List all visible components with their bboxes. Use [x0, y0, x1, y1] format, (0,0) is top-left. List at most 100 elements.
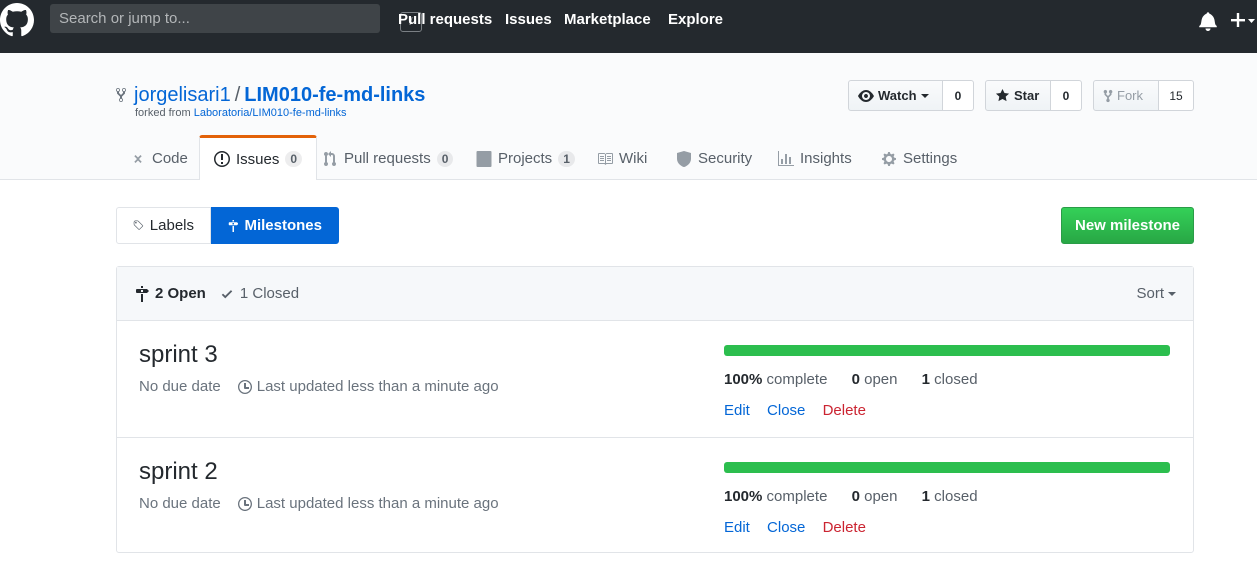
tab-security-label: Security [698, 150, 753, 167]
tab-insights[interactable]: Insights [764, 137, 866, 180]
tab-projects-counter: 1 [558, 150, 575, 167]
watch-group: Watch 0 [848, 80, 974, 111]
milestone-closed-count: 1 [921, 371, 930, 388]
milestone-delete-link[interactable]: Delete [823, 402, 866, 419]
gear-icon [882, 151, 896, 166]
tab-issues[interactable]: Issues 0 [199, 135, 318, 180]
labels-button[interactable]: Labels [116, 207, 211, 244]
tab-security[interactable]: Security [662, 137, 766, 180]
global-header: / Pull requests Issues Marketplace Explo… [0, 0, 1257, 53]
milestone-updated: Last updated less than a minute ago [237, 378, 499, 395]
fork-button[interactable]: Fork [1093, 80, 1159, 111]
open-milestones-filter[interactable]: 2 Open [135, 285, 206, 302]
tab-code-label: Code [152, 150, 188, 167]
milestone-complete-stat: 100% complete [724, 488, 827, 505]
milestones-label: Milestones [244, 217, 322, 234]
milestone-edit-link[interactable]: Edit [724, 402, 750, 419]
tab-projects[interactable]: Projects 1 [462, 137, 589, 180]
forked-from-link[interactable]: Laboratoria/LIM010-fe-md-links [194, 107, 347, 119]
nav-marketplace[interactable]: Marketplace [564, 11, 651, 28]
milestone-progress-bar [724, 462, 1170, 473]
search-box: / [50, 4, 422, 33]
milestone-complete-label: complete [766, 488, 828, 505]
nav-explore[interactable]: Explore [668, 11, 723, 28]
milestone-progress-fill [724, 462, 1170, 473]
star-count[interactable]: 0 [1051, 80, 1082, 111]
star-icon [995, 88, 1010, 102]
milestone-open-stat[interactable]: 0 open [852, 488, 898, 505]
fork-label: Fork [1117, 88, 1143, 103]
open-milestones-label: 2 Open [155, 285, 206, 302]
tab-insights-label: Insights [800, 150, 852, 167]
watch-count[interactable]: 0 [943, 80, 974, 111]
clock-icon [237, 379, 252, 394]
new-milestone-button[interactable]: New milestone [1061, 207, 1194, 244]
star-button[interactable]: Star [985, 80, 1051, 111]
milestone-state-filters: 2 Open 1 Closed [135, 285, 299, 302]
tab-wiki-label: Wiki [619, 150, 648, 167]
milestone-edit-link[interactable]: Edit [724, 519, 750, 536]
closed-milestones-filter[interactable]: 1 Closed [220, 285, 299, 302]
bell-icon[interactable] [1199, 11, 1217, 31]
milestone-open-stat[interactable]: 0 open [852, 371, 898, 388]
shield-icon [677, 150, 691, 167]
milestone-open-count: 0 [851, 488, 860, 505]
milestone-stats: 100% complete 0 open 1 closed [724, 488, 998, 505]
milestone-meta: No due date Last updated less than a min… [139, 378, 499, 395]
milestone-percent: 100% [724, 488, 763, 505]
nav-issues[interactable]: Issues [505, 11, 552, 28]
milestone-closed-stat[interactable]: 1 closed [922, 488, 978, 505]
eye-icon [858, 89, 874, 102]
tag-icon [133, 220, 144, 230]
watch-button[interactable]: Watch [848, 80, 943, 111]
milestone-item: sprint 3 No due date Last updated less t… [117, 321, 1193, 437]
sort-dropdown[interactable]: Sort [1136, 285, 1176, 302]
milestone-title[interactable]: sprint 2 [139, 458, 218, 486]
milestone-stats: 100% complete 0 open 1 closed [724, 371, 998, 388]
repo-forked-icon [116, 87, 126, 103]
git-pull-request-icon [324, 150, 336, 166]
nav-pull-requests[interactable]: Pull requests [398, 11, 492, 28]
milestone-actions: Edit Close Delete [724, 519, 879, 536]
milestone-closed-count: 1 [921, 488, 930, 505]
plus-dropdown-icon[interactable] [1230, 10, 1257, 30]
milestone-open-count: 0 [851, 371, 860, 388]
caret-down-icon [920, 93, 929, 98]
milestone-closed-stat[interactable]: 1 closed [922, 371, 978, 388]
tab-pull-requests[interactable]: Pull requests 0 [308, 137, 467, 180]
clock-icon [237, 496, 252, 511]
repo-owner-link[interactable]: jorgelisari1 [134, 84, 231, 106]
milestone-due-date: No due date [139, 495, 221, 512]
sort-label: Sort [1136, 285, 1164, 302]
star-group: Star 0 [985, 80, 1082, 111]
milestone-meta: No due date Last updated less than a min… [139, 495, 499, 512]
milestone-close-link[interactable]: Close [767, 519, 805, 536]
repo-forked-icon [1103, 89, 1113, 102]
search-input[interactable] [50, 4, 380, 33]
fork-count[interactable]: 15 [1159, 80, 1194, 111]
tab-wiki[interactable]: Wiki [583, 137, 661, 180]
milestones-button[interactable]: Milestones [211, 207, 339, 244]
github-logo-icon[interactable] [0, 3, 34, 37]
repo-title: jorgelisari1/LIM010-fe-md-links [134, 84, 425, 107]
tab-settings[interactable]: Settings [867, 137, 971, 180]
milestone-close-link[interactable]: Close [767, 402, 805, 419]
milestone-title[interactable]: sprint 3 [139, 341, 218, 369]
check-icon [221, 289, 233, 298]
issue-opened-icon [214, 151, 230, 167]
milestones-list-header: 2 Open 1 Closed Sort [117, 267, 1193, 321]
milestone-actions: Edit Close Delete [724, 402, 879, 419]
repo-header: jorgelisari1/LIM010-fe-md-links forked f… [0, 53, 1257, 180]
milestone-updated: Last updated less than a minute ago [237, 495, 499, 512]
milestone-due-date: No due date [139, 378, 221, 395]
graph-icon [778, 150, 794, 166]
fork-group: Fork 15 [1093, 80, 1194, 111]
milestone-open-label: open [864, 371, 898, 388]
milestone-delete-link[interactable]: Delete [823, 519, 866, 536]
repo-name-link[interactable]: LIM010-fe-md-links [244, 84, 425, 106]
milestones-list: 2 Open 1 Closed Sort sprint 3 No due dat… [116, 266, 1194, 553]
tab-code[interactable]: Code [116, 137, 202, 180]
closed-milestones-label: 1 Closed [239, 285, 300, 302]
milestone-updated-text: Last updated less than a minute ago [256, 378, 499, 395]
tab-pull-requests-label: Pull requests [344, 150, 431, 167]
